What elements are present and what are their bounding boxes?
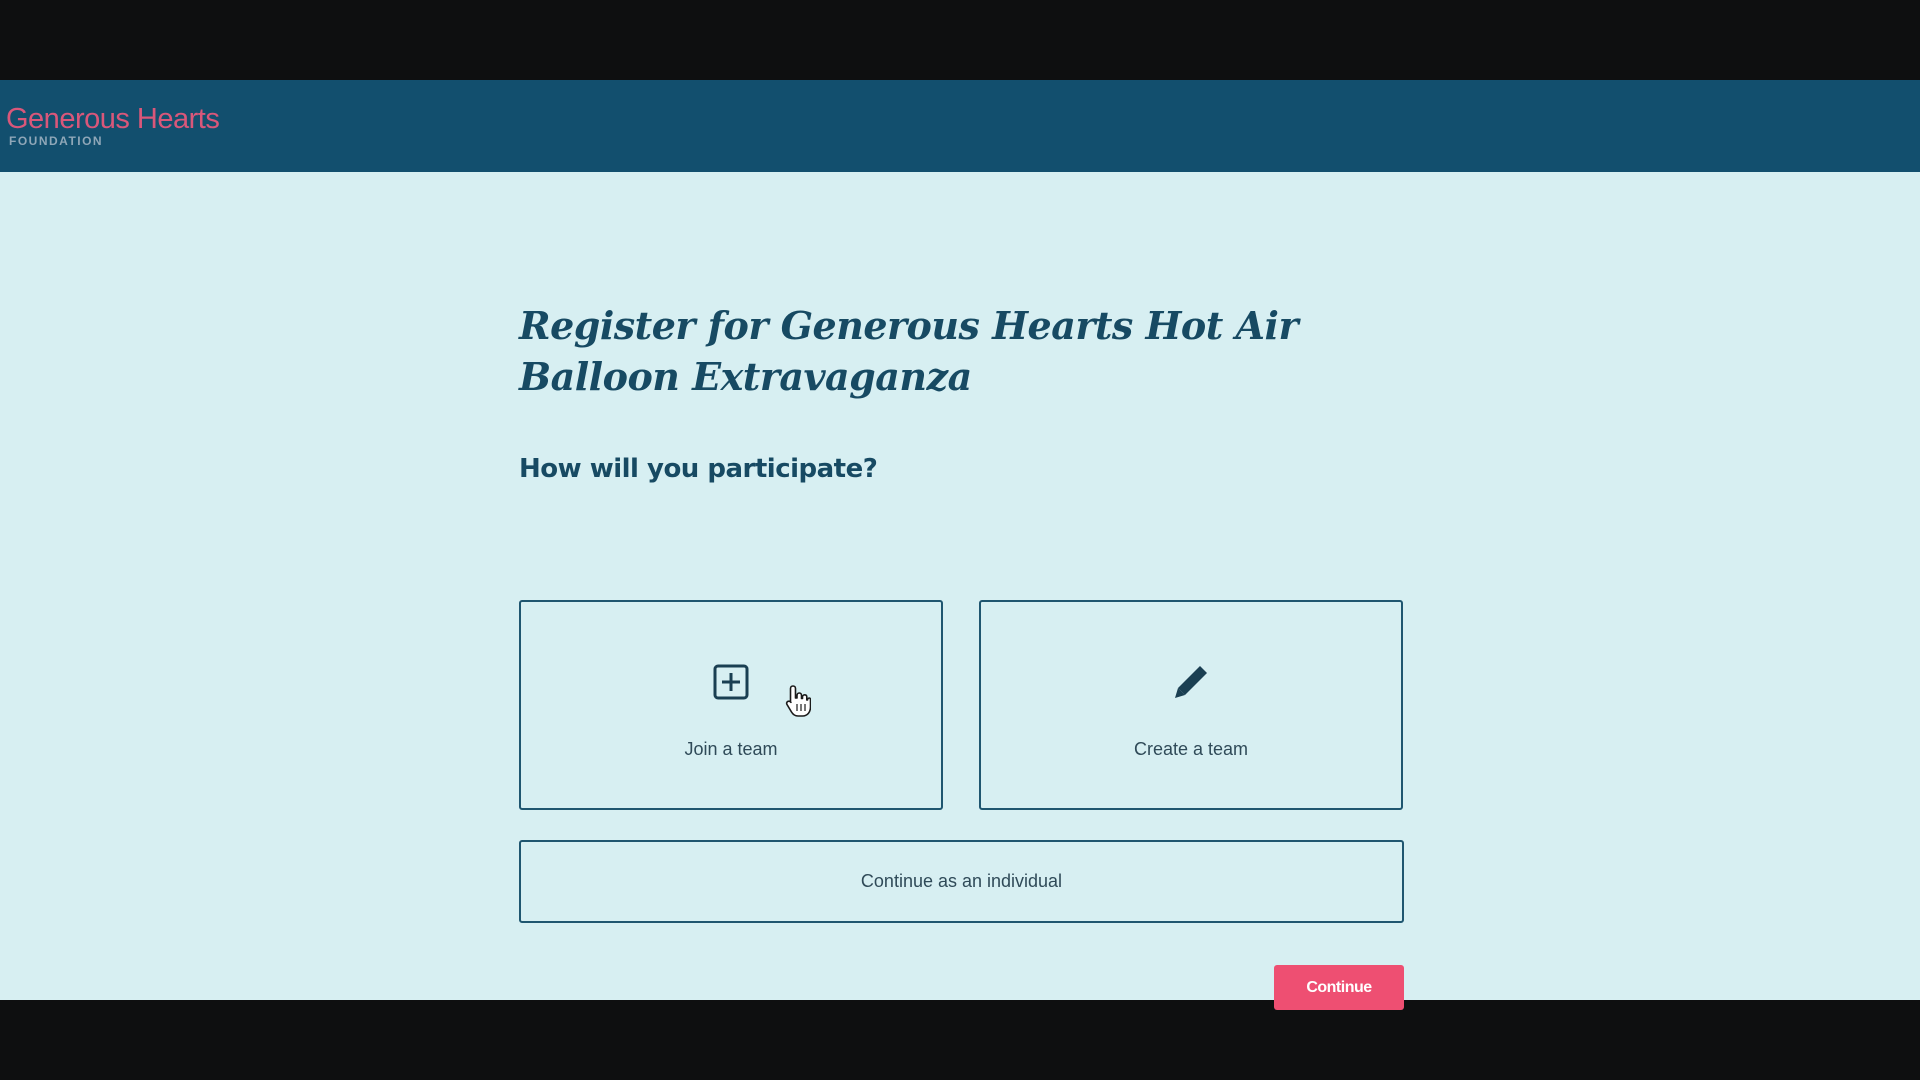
plus-square-icon <box>711 662 751 702</box>
join-team-option[interactable]: Join a team <box>519 600 943 810</box>
hand-cursor-icon <box>785 684 812 718</box>
create-team-option[interactable]: Create a team <box>979 600 1403 810</box>
pencil-icon <box>1171 662 1211 702</box>
continue-button[interactable]: Continue <box>1274 965 1404 1010</box>
join-team-label: Join a team <box>684 739 778 759</box>
participation-options: Join a team Create a team <box>519 600 1404 810</box>
continue-individual-button[interactable]: Continue as an individual <box>519 840 1404 923</box>
top-navbar: Generous Hearts FOUNDATION <box>0 80 1920 172</box>
page-title: Register for Generous Hearts Hot Air Bal… <box>519 303 1299 399</box>
logo-name: Generous Hearts <box>6 103 220 135</box>
app-window: Generous Hearts FOUNDATION Register for … <box>0 80 1920 1010</box>
participation-question: How will you participate? <box>519 454 878 484</box>
create-team-label: Create a team <box>1133 739 1249 759</box>
registration-form: Register for Generous Hearts Hot Air Bal… <box>519 300 1404 1010</box>
logo[interactable]: Generous Hearts FOUNDATION <box>6 103 220 148</box>
logo-subtitle: FOUNDATION <box>9 134 104 148</box>
